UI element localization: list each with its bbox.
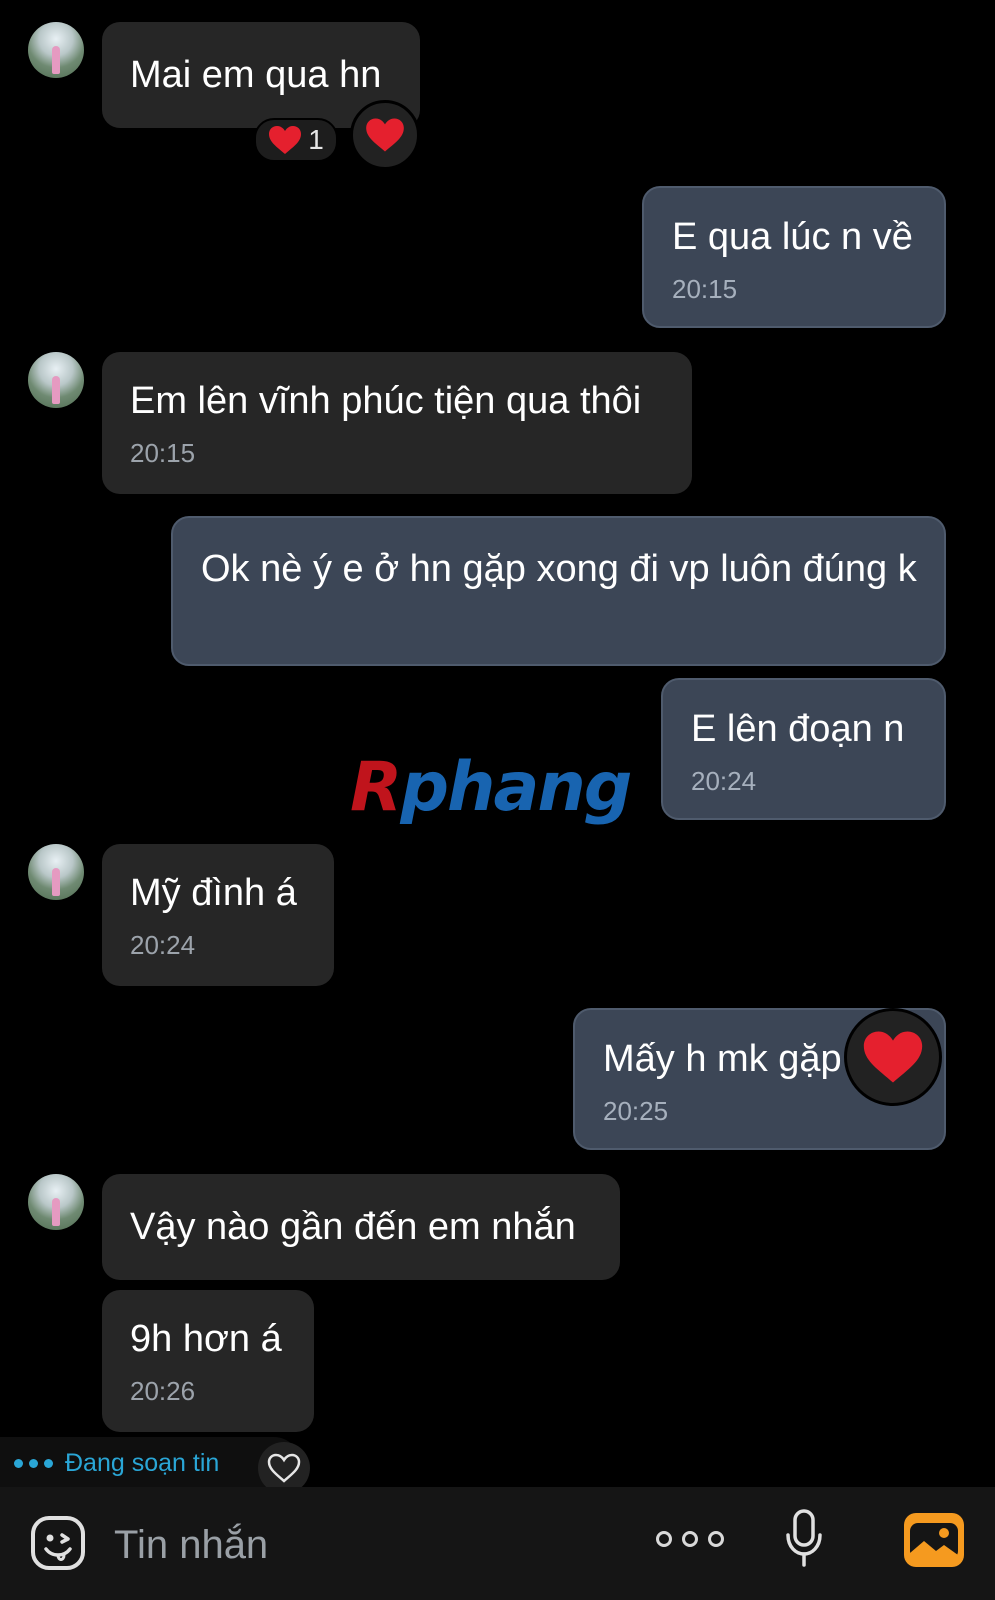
microphone-button[interactable] bbox=[784, 1507, 824, 1576]
sender-avatar[interactable] bbox=[28, 22, 84, 78]
message-bubble[interactable]: E lên đoạn n 20:24 bbox=[661, 678, 946, 820]
more-button[interactable] bbox=[656, 1531, 724, 1547]
message-text: E lên đoạn n bbox=[691, 708, 905, 750]
message-bubble[interactable]: Em lên vĩnh phúc tiện qua thôi 20:15 bbox=[102, 352, 692, 494]
message-text: Mỹ đình á bbox=[130, 872, 297, 914]
message-time: 20:26 bbox=[130, 1376, 196, 1406]
more-icon bbox=[656, 1531, 672, 1547]
message-text: Mấy h mk gặp bbox=[603, 1038, 842, 1080]
watermark-initial: R bbox=[350, 748, 402, 827]
message-text: Vậy nào gần đến em nhắn bbox=[130, 1206, 576, 1248]
typing-indicator: Đang soạn tin bbox=[0, 1437, 300, 1489]
typing-dots-icon bbox=[14, 1458, 53, 1468]
emoji-button[interactable] bbox=[30, 1515, 86, 1576]
message-bubble[interactable]: E qua lúc n về 20:15 bbox=[642, 186, 946, 328]
sender-avatar[interactable] bbox=[28, 1174, 84, 1230]
reaction-summary[interactable]: 1 bbox=[254, 118, 338, 162]
message-time: 20:15 bbox=[672, 274, 738, 304]
message-time: 20:25 bbox=[603, 1096, 669, 1126]
reaction-count: 1 bbox=[308, 124, 324, 155]
heart-icon bbox=[268, 125, 302, 155]
message-bubble[interactable]: Vậy nào gần đến em nhắn bbox=[102, 1174, 620, 1280]
message-text: E qua lúc n về bbox=[672, 216, 913, 258]
message-bubble[interactable]: Ok nè ý e ở hn gặp xong đi vp luôn đúng … bbox=[171, 516, 946, 666]
message-input[interactable]: Tin nhắn bbox=[114, 1521, 268, 1569]
heart-outline-icon bbox=[267, 1453, 301, 1483]
composer-bar: Tin nhắn bbox=[0, 1487, 995, 1600]
sender-avatar[interactable] bbox=[28, 352, 84, 408]
emoji-icon bbox=[31, 1516, 85, 1570]
microphone-icon bbox=[786, 1509, 822, 1567]
message-text: Em lên vĩnh phúc tiện qua thôi bbox=[130, 380, 642, 422]
watermark-rest: phang bbox=[400, 748, 632, 827]
message-text: Mai em qua hn bbox=[130, 54, 382, 96]
message-text: Ok nè ý e ở hn gặp xong đi vp luôn đúng … bbox=[201, 548, 917, 590]
heart-icon bbox=[366, 118, 404, 152]
message-time: 20:24 bbox=[130, 930, 196, 960]
react-heart-button[interactable] bbox=[350, 100, 420, 170]
message-bubble[interactable]: Mỹ đình á 20:24 bbox=[102, 844, 334, 986]
photo-button[interactable] bbox=[904, 1513, 964, 1572]
message-time: 20:24 bbox=[691, 766, 757, 796]
heart-icon bbox=[863, 1031, 923, 1083]
typing-label: Đang soạn tin bbox=[65, 1448, 220, 1477]
message-time: 20:15 bbox=[130, 438, 196, 468]
message-text: 9h hơn á bbox=[130, 1318, 282, 1360]
photo-icon bbox=[904, 1513, 964, 1567]
sender-avatar[interactable] bbox=[28, 844, 84, 900]
heart-reaction[interactable] bbox=[844, 1008, 942, 1106]
watermark-logo: Rphang bbox=[350, 748, 632, 828]
message-bubble[interactable]: 9h hơn á 20:26 bbox=[102, 1290, 314, 1432]
